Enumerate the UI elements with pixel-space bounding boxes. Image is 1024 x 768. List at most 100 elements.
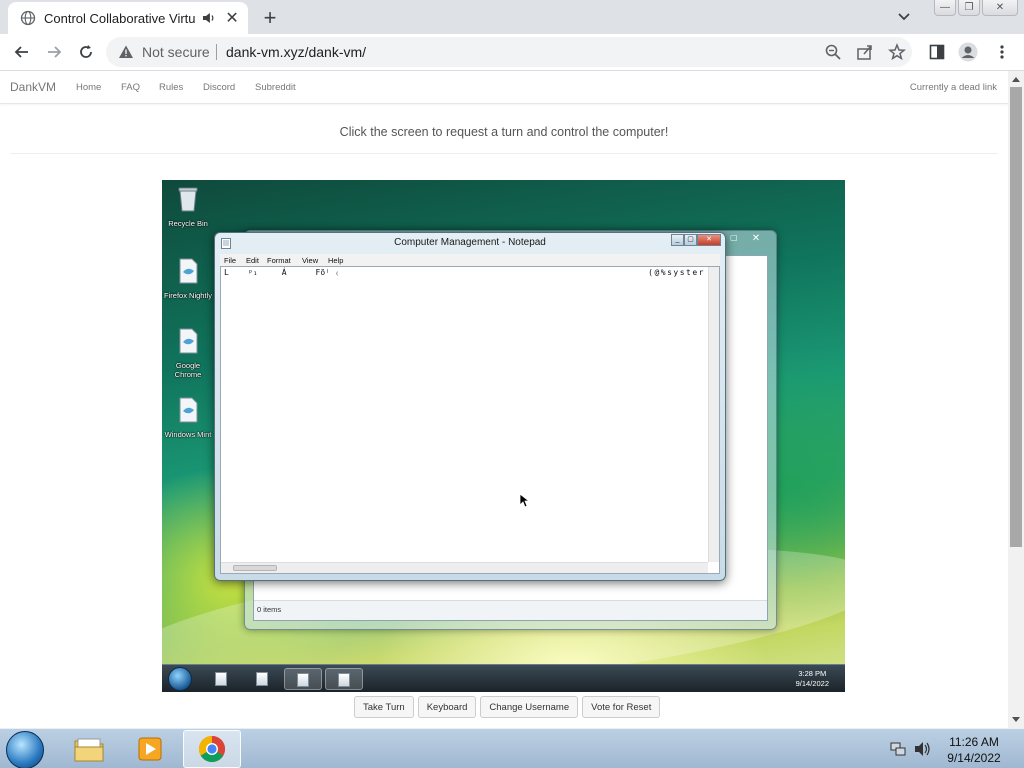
- avatar-icon: [958, 42, 978, 62]
- notepad-minimize-button[interactable]: _: [671, 234, 684, 246]
- back-button[interactable]: [12, 42, 32, 62]
- more-vertical-icon: [1000, 45, 1004, 59]
- nav-link-home[interactable]: Home: [76, 82, 101, 93]
- notepad-menubar: File Edit Format View Help: [220, 254, 720, 266]
- dead-link-text[interactable]: Currently a dead link: [910, 82, 997, 93]
- notepad-titlebar[interactable]: Computer Management - Notepad _ ▢ ✕: [215, 233, 725, 253]
- menu-edit[interactable]: Edit: [246, 256, 259, 265]
- browser-tab-strip: Control Collaborative Virtual ✕ + — ❐ ✕: [0, 0, 1024, 34]
- close-window-button[interactable]: ✕: [982, 0, 1018, 16]
- side-panel-icon: [929, 44, 945, 60]
- bookmark-star-icon[interactable]: [888, 43, 906, 61]
- notepad-close-button[interactable]: ✕: [697, 234, 721, 246]
- desktop-icon-google-chrome[interactable]: Google Chrome: [163, 328, 213, 379]
- nav-link-faq[interactable]: FAQ: [121, 82, 140, 93]
- chevron-down-icon[interactable]: [894, 8, 914, 26]
- side-panel-button[interactable]: [927, 42, 947, 62]
- new-tab-button[interactable]: +: [258, 5, 282, 30]
- vm-taskbar-item[interactable]: [202, 668, 240, 690]
- notepad-horizontal-scrollbar[interactable]: [221, 562, 708, 573]
- page-scrollbar[interactable]: [1008, 71, 1024, 728]
- tab-close-icon[interactable]: ✕: [224, 10, 240, 27]
- warning-icon[interactable]: [118, 44, 134, 60]
- nav-link-rules[interactable]: Rules: [159, 82, 183, 93]
- desktop-icon-label: Windows Mint: [164, 430, 212, 439]
- notepad-text-area[interactable]: L ᵖ₁ Á Fõ⁽ ₍ (@%syster: [220, 266, 720, 574]
- start-button[interactable]: [6, 731, 44, 768]
- media-player-icon: [138, 737, 162, 761]
- keyboard-button[interactable]: Keyboard: [417, 696, 477, 718]
- reload-button[interactable]: [76, 42, 96, 62]
- profile-button[interactable]: [958, 42, 978, 62]
- browser-tab[interactable]: Control Collaborative Virtual ✕: [8, 2, 248, 34]
- notepad-text-left: L ᵖ₁ Á Fõ⁽ ₍: [224, 268, 340, 277]
- globe-icon: [20, 10, 36, 26]
- desktop-icon-recycle-bin[interactable]: Recycle Bin: [163, 186, 213, 228]
- document-icon: [179, 328, 198, 354]
- notepad-window[interactable]: Computer Management - Notepad _ ▢ ✕ File…: [214, 232, 726, 581]
- screen: Control Collaborative Virtual ✕ + — ❐ ✕: [0, 0, 1024, 768]
- notepad-icon: [215, 672, 227, 686]
- taskbar-media-player[interactable]: [121, 730, 179, 768]
- desktop-icon-firefox-nightly[interactable]: Firefox Nightly: [163, 258, 213, 300]
- arrow-right-icon: [48, 46, 62, 58]
- restore-button[interactable]: ❐: [958, 0, 980, 16]
- maximize-icon[interactable]: ▢: [730, 233, 742, 245]
- mouse-cursor-icon: [519, 493, 529, 508]
- volume-icon[interactable]: [914, 741, 932, 757]
- reload-icon: [80, 45, 92, 58]
- recycle-bin-icon: [178, 187, 198, 212]
- site-navbar: DankVM Home FAQ Rules Discord Subreddit …: [0, 71, 1008, 104]
- scroll-up-arrow-icon[interactable]: [1012, 77, 1020, 82]
- forward-button[interactable]: [44, 42, 64, 62]
- vm-start-button[interactable]: [168, 667, 192, 691]
- desktop-icon-label: Google Chrome: [174, 361, 202, 379]
- share-icon[interactable]: [856, 43, 874, 61]
- scroll-down-arrow-icon[interactable]: [1012, 717, 1020, 722]
- notepad-controls: _ ▢ ✕: [671, 234, 721, 246]
- network-icon[interactable]: [890, 741, 906, 757]
- system-clock[interactable]: 11:26 AM 9/14/2022: [938, 734, 1010, 766]
- desktop-icon-windows-mint[interactable]: Windows Mint: [163, 397, 213, 439]
- vm-clock[interactable]: 3:28 PM 9/14/2022: [796, 669, 829, 689]
- change-username-button[interactable]: Change Username: [480, 696, 579, 718]
- divider: [10, 153, 998, 154]
- nav-link-discord[interactable]: Discord: [203, 82, 235, 93]
- menu-help[interactable]: Help: [328, 256, 343, 265]
- vote-reset-button[interactable]: Vote for Reset: [582, 696, 661, 718]
- taskbar-explorer[interactable]: [60, 730, 118, 768]
- folder-icon: [74, 738, 104, 762]
- notepad-vertical-scrollbar[interactable]: [708, 267, 719, 562]
- speaker-icon[interactable]: [202, 11, 216, 25]
- vm-taskbar-item[interactable]: [284, 668, 322, 690]
- host-taskbar: 11:26 AM 9/14/2022: [0, 728, 1024, 768]
- omnibox-divider: [216, 44, 217, 60]
- notepad-maximize-button[interactable]: ▢: [684, 234, 697, 246]
- browser-menu-button[interactable]: [992, 42, 1012, 62]
- menu-view[interactable]: View: [302, 256, 318, 265]
- vm-screen[interactable]: Recycle Bin Firefox Nightly Google Chrom…: [162, 180, 845, 692]
- notepad-icon: [297, 673, 309, 687]
- security-label[interactable]: Not secure: [142, 44, 210, 60]
- vm-taskbar-item[interactable]: [243, 668, 281, 690]
- menu-format[interactable]: Format: [267, 256, 291, 265]
- minimize-button[interactable]: —: [934, 0, 956, 16]
- vm-taskbar-item[interactable]: [325, 668, 363, 690]
- system-clock-time: 11:26 AM: [949, 735, 999, 749]
- scroll-thumb[interactable]: [1010, 87, 1022, 547]
- notepad-icon: [256, 672, 268, 686]
- menu-file[interactable]: File: [224, 256, 236, 265]
- close-icon[interactable]: ✕: [742, 233, 770, 245]
- nav-link-subreddit[interactable]: Subreddit: [255, 82, 296, 93]
- address-bar[interactable]: Not secure dank-vm.xyz/dank-vm/: [106, 37, 912, 67]
- notepad-title: Computer Management - Notepad: [394, 237, 546, 248]
- desktop-icon-label: Recycle Bin: [168, 219, 208, 228]
- zoom-icon[interactable]: [824, 43, 842, 61]
- url-text[interactable]: dank-vm.xyz/dank-vm/: [226, 44, 366, 60]
- taskbar-chrome[interactable]: [183, 730, 241, 768]
- system-tray: [890, 741, 932, 757]
- take-turn-button[interactable]: Take Turn: [354, 696, 414, 718]
- scroll-thumb[interactable]: [233, 565, 277, 571]
- site-brand-link[interactable]: DankVM: [10, 80, 56, 94]
- browser-toolbar: Not secure dank-vm.xyz/dank-vm/: [0, 34, 1024, 71]
